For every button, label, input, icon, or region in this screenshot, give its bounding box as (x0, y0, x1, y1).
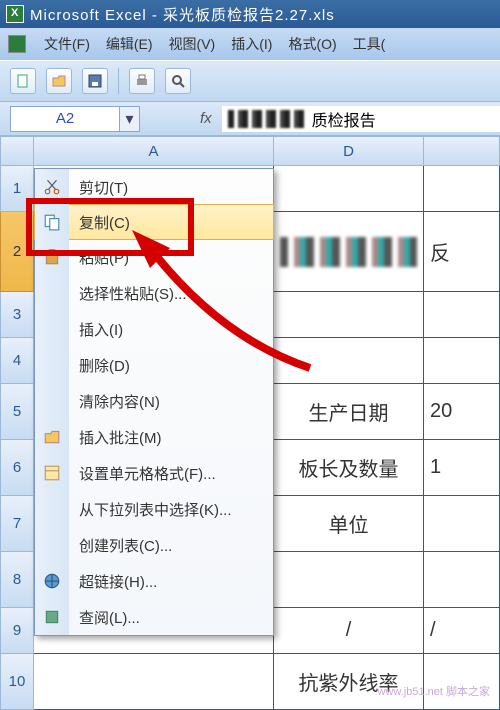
cell[interactable] (274, 212, 424, 292)
standard-toolbar (0, 60, 500, 102)
cell[interactable] (424, 292, 500, 338)
row-header-3[interactable]: 3 (0, 292, 34, 338)
ctx-cut[interactable]: 剪切(T) (35, 169, 273, 205)
ctx-clear[interactable]: 清除内容(N) (35, 383, 273, 419)
ctx-insert-comment[interactable]: 插入批注(M) (35, 419, 273, 455)
excel-doc-icon (8, 35, 26, 53)
excel-icon (6, 5, 24, 23)
ctx-pick-list[interactable]: 从下拉列表中选择(K)... (35, 491, 273, 527)
new-button[interactable] (10, 68, 36, 94)
preview-button[interactable] (165, 68, 191, 94)
open-button[interactable] (46, 68, 72, 94)
formula-input[interactable]: 质检报告 (222, 106, 500, 132)
cell[interactable] (424, 654, 500, 710)
name-box[interactable]: A2 (10, 106, 120, 132)
cell[interactable]: / (424, 608, 500, 654)
cell[interactable] (424, 338, 500, 384)
menu-insert[interactable]: 插入(I) (223, 30, 280, 58)
scissors-icon (35, 169, 69, 205)
ctx-label: 创建列表(C)... (69, 535, 273, 556)
cell[interactable] (424, 166, 500, 212)
ctx-label: 插入批注(M) (69, 427, 273, 448)
cell[interactable] (424, 496, 500, 552)
ctx-label: 粘贴(P) (69, 247, 273, 268)
menu-view[interactable]: 视图(V) (161, 30, 224, 58)
folder-icon (35, 419, 69, 455)
menu-format[interactable]: 格式(O) (280, 30, 344, 58)
book-icon (35, 599, 69, 635)
title-bar: Microsoft Excel - 采光板质检报告2.27.xls (0, 0, 500, 28)
row-header-7[interactable]: 7 (0, 496, 34, 552)
paste-icon (35, 239, 69, 275)
row-header-6[interactable]: 6 (0, 440, 34, 496)
window-title: Microsoft Excel - 采光板质检报告2.27.xls (30, 4, 335, 25)
ctx-hyperlink[interactable]: 超链接(H)... (35, 563, 273, 599)
row-header-4[interactable]: 4 (0, 338, 34, 384)
ctx-label: 查阅(L)... (69, 607, 273, 628)
cell[interactable] (274, 292, 424, 338)
row-header-5[interactable]: 5 (0, 384, 34, 440)
cell[interactable]: 反 (424, 212, 500, 292)
watermark: www.jb51.net 脚本之家 (378, 683, 490, 699)
menu-file[interactable]: 文件(F) (36, 30, 98, 58)
ctx-paste-special[interactable]: 选择性粘贴(S)... (35, 275, 273, 311)
col-header-e[interactable] (424, 136, 500, 166)
name-box-dropdown[interactable]: ▾ (120, 106, 140, 132)
row-header-1[interactable]: 1 (0, 166, 34, 212)
row-header-10[interactable]: 10 (0, 654, 34, 710)
menu-edit[interactable]: 编辑(E) (98, 30, 161, 58)
col-header-a[interactable]: A (34, 136, 274, 166)
ctx-label: 清除内容(N) (69, 391, 273, 412)
ctx-insert[interactable]: 插入(I) (35, 311, 273, 347)
ctx-label: 设置单元格格式(F)... (69, 463, 273, 484)
ctx-label: 超链接(H)... (69, 571, 273, 592)
ctx-format-cells[interactable]: 设置单元格格式(F)... (35, 455, 273, 491)
ctx-label: 从下拉列表中选择(K)... (69, 499, 273, 520)
ctx-lookup[interactable]: 查阅(L)... (35, 599, 273, 635)
cell[interactable]: 板长及数量 (274, 440, 424, 496)
ctx-label: 剪切(T) (69, 177, 273, 198)
column-headers: A D (0, 136, 500, 166)
cell[interactable]: 20 (424, 384, 500, 440)
cell[interactable] (424, 552, 500, 608)
ctx-label: 复制(C) (69, 212, 273, 233)
cell[interactable]: 单位 (274, 496, 424, 552)
pixelated-text (280, 237, 417, 267)
row-header-8[interactable]: 8 (0, 552, 34, 608)
ctx-create-list[interactable]: 创建列表(C)... (35, 527, 273, 563)
ctx-delete[interactable]: 删除(D) (35, 347, 273, 383)
save-button[interactable] (82, 68, 108, 94)
menu-tools[interactable]: 工具( (345, 30, 394, 58)
cell[interactable] (274, 166, 424, 212)
format-icon (35, 455, 69, 491)
menu-bar: 文件(F) 编辑(E) 视图(V) 插入(I) 格式(O) 工具( (0, 28, 500, 60)
cell[interactable] (274, 338, 424, 384)
cell[interactable]: / (274, 608, 424, 654)
fx-label: fx (200, 110, 212, 127)
row-header-9[interactable]: 9 (0, 608, 34, 654)
copy-icon (35, 205, 69, 239)
row-header-2[interactable]: 2 (0, 212, 34, 292)
cell[interactable] (34, 654, 274, 710)
context-menu: 剪切(T) 复制(C) 粘贴(P) 选择性粘贴(S)... 插入(I) 删除(D… (34, 168, 274, 636)
cell[interactable]: 1 (424, 440, 500, 496)
formula-bar: A2 ▾ fx 质检报告 (0, 102, 500, 136)
ctx-label: 删除(D) (69, 355, 273, 376)
select-all-corner[interactable] (0, 136, 34, 166)
cell[interactable] (274, 552, 424, 608)
toolbar-separator (118, 68, 119, 94)
cell[interactable]: 生产日期 (274, 384, 424, 440)
ctx-copy[interactable]: 复制(C) (34, 204, 274, 240)
pixelated-text (228, 110, 308, 128)
print-button[interactable] (129, 68, 155, 94)
globe-icon (35, 563, 69, 599)
col-header-d[interactable]: D (274, 136, 424, 166)
ctx-paste[interactable]: 粘贴(P) (35, 239, 273, 275)
ctx-label: 选择性粘贴(S)... (69, 283, 273, 304)
ctx-label: 插入(I) (69, 319, 273, 340)
cell[interactable]: 抗紫外线率 (274, 654, 424, 710)
